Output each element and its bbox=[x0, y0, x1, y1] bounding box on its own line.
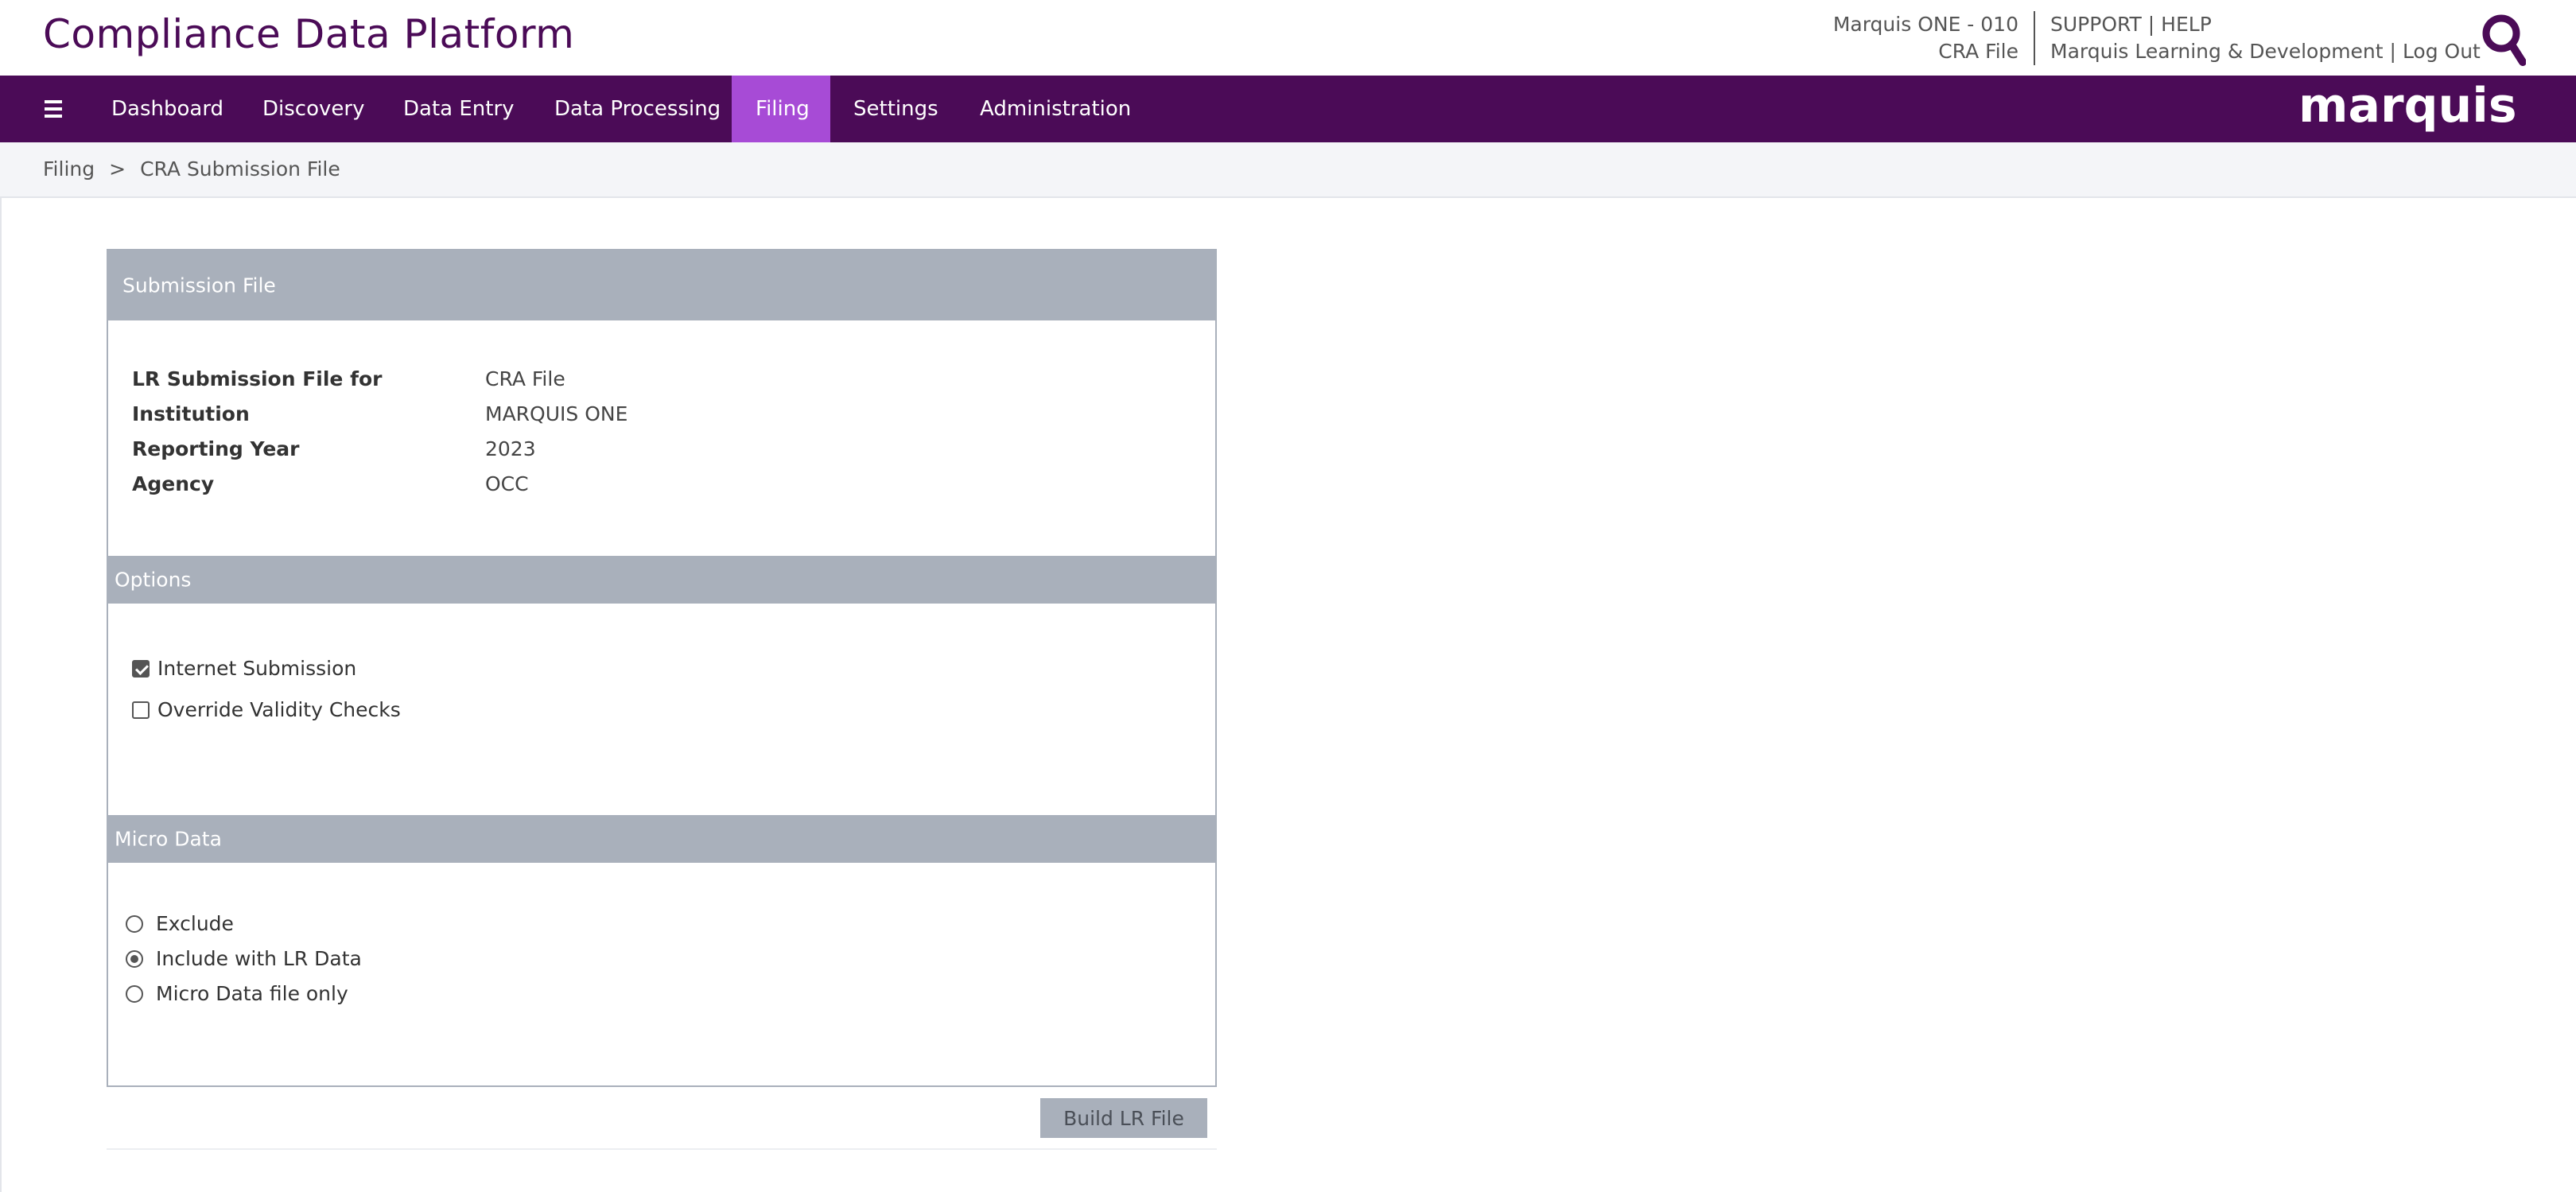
include-lr-radio[interactable] bbox=[126, 949, 143, 968]
breadcrumb-bar: Filing > CRA Submission File bbox=[0, 142, 2576, 198]
file-context: CRA File bbox=[1938, 40, 2018, 63]
top-header: Compliance Data Platform Marquis ONE - 0… bbox=[0, 0, 2576, 75]
search-icon[interactable] bbox=[2480, 11, 2527, 68]
include-lr-option[interactable]: Include with LR Data bbox=[126, 947, 362, 970]
field-label: Institution bbox=[132, 402, 250, 425]
field-label: Agency bbox=[132, 472, 215, 495]
logout-link[interactable]: Log Out bbox=[2403, 40, 2481, 63]
nav-item-data-entry[interactable]: Data Entry bbox=[379, 76, 538, 142]
field-value: MARQUIS ONE bbox=[485, 402, 628, 425]
micro-data-header: Micro Data bbox=[108, 815, 1215, 863]
org-link[interactable]: Marquis Learning & Development bbox=[2050, 40, 2384, 63]
micro-only-radio[interactable] bbox=[126, 984, 143, 1003]
nav-item-administration[interactable]: Administration bbox=[956, 76, 1155, 142]
link-separator: | bbox=[2147, 13, 2155, 36]
build-lr-file-button[interactable]: Build LR File bbox=[1040, 1098, 1207, 1138]
submission-file-header: Submission File bbox=[108, 250, 1215, 320]
help-link[interactable]: HELP bbox=[2161, 13, 2212, 36]
nav-item-settings[interactable]: Settings bbox=[830, 76, 962, 142]
institution-context: Marquis ONE - 010 bbox=[1832, 13, 2018, 36]
nav-item-data-processing[interactable]: Data Processing bbox=[530, 76, 744, 142]
brand-logo: marquis bbox=[2298, 80, 2517, 134]
submission-panel: Submission File LR Submission File for C… bbox=[107, 249, 1217, 1087]
internet-submission-checkbox[interactable] bbox=[132, 659, 150, 678]
link-separator: | bbox=[2389, 40, 2396, 63]
section-title: Submission File bbox=[122, 274, 276, 297]
section-title: Micro Data bbox=[115, 827, 222, 851]
section-title: Options bbox=[115, 568, 192, 592]
override-validity-option[interactable]: Override Validity Checks bbox=[132, 698, 401, 721]
field-value: OCC bbox=[485, 472, 529, 495]
content-left-border bbox=[0, 196, 2, 1192]
radio-label: Micro Data file only bbox=[156, 982, 348, 1005]
nav-item-filing[interactable]: Filing bbox=[732, 76, 830, 142]
brand-logo-text: marquis bbox=[2298, 80, 2517, 134]
radio-label: Include with LR Data bbox=[156, 947, 362, 970]
support-link[interactable]: SUPPORT bbox=[2050, 13, 2142, 36]
override-validity-checkbox[interactable] bbox=[132, 701, 150, 719]
option-label: Override Validity Checks bbox=[157, 698, 401, 721]
main-nav: Dashboard Discovery Data Entry Data Proc… bbox=[0, 76, 2576, 142]
options-header: Options bbox=[108, 556, 1215, 604]
field-label: LR Submission File for bbox=[132, 367, 383, 390]
field-label: Reporting Year bbox=[132, 437, 300, 460]
radio-label: Exclude bbox=[156, 912, 234, 935]
breadcrumb: Filing > CRA Submission File bbox=[43, 142, 340, 196]
hamburger-menu-icon[interactable] bbox=[45, 76, 70, 142]
option-label: Internet Submission bbox=[157, 657, 357, 680]
nav-item-discovery[interactable]: Discovery bbox=[239, 76, 388, 142]
micro-only-option[interactable]: Micro Data file only bbox=[126, 982, 348, 1005]
footer-divider bbox=[107, 1148, 1217, 1150]
field-value: CRA File bbox=[485, 367, 565, 390]
breadcrumb-current: CRA Submission File bbox=[140, 157, 340, 181]
header-divider bbox=[2034, 11, 2035, 65]
exclude-radio[interactable] bbox=[126, 914, 143, 933]
internet-submission-option[interactable]: Internet Submission bbox=[132, 657, 356, 680]
nav-item-dashboard[interactable]: Dashboard bbox=[87, 76, 247, 142]
app-title: Compliance Data Platform bbox=[43, 11, 575, 57]
header-links: SUPPORT | HELP Marquis Learning & Develo… bbox=[2050, 11, 2481, 65]
exclude-option[interactable]: Exclude bbox=[126, 912, 234, 935]
breadcrumb-filing[interactable]: Filing bbox=[43, 157, 95, 181]
field-value: 2023 bbox=[485, 437, 536, 460]
breadcrumb-separator: > bbox=[109, 157, 126, 181]
context-info: Marquis ONE - 010 CRA File bbox=[1833, 11, 2018, 65]
